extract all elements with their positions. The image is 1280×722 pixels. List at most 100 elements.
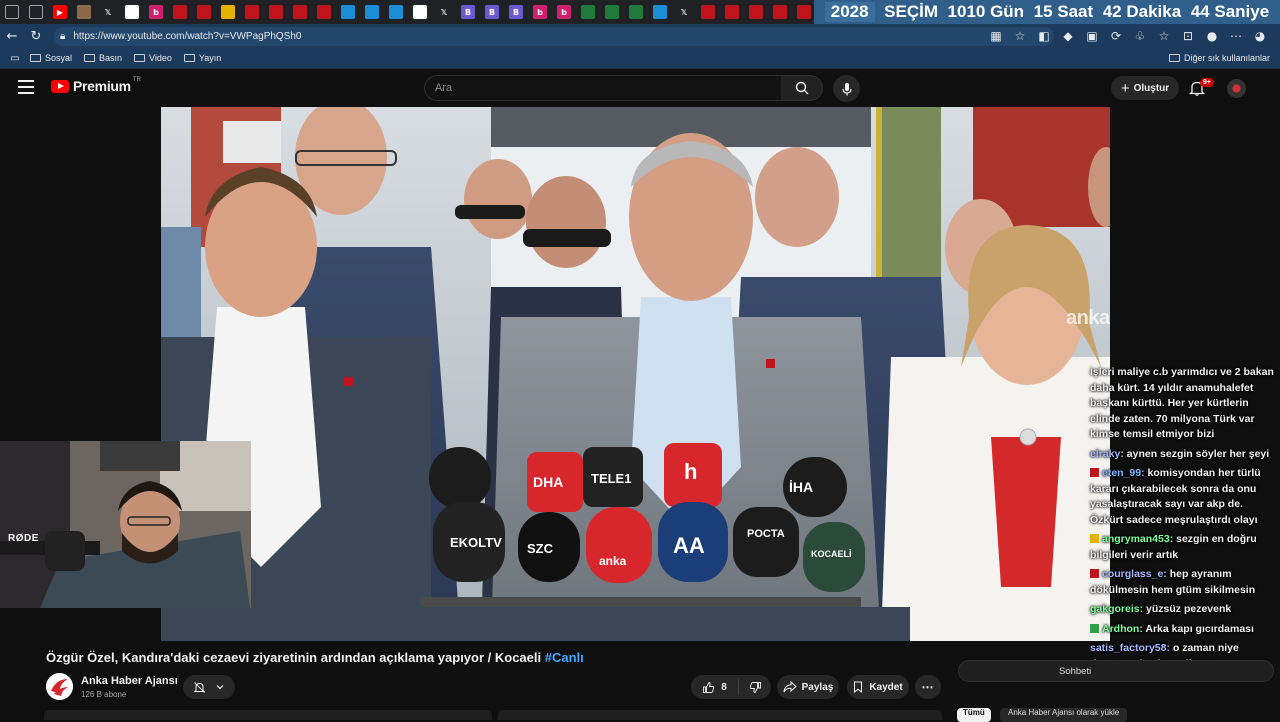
- tab-actions-icon[interactable]: [29, 5, 43, 19]
- tab-favicon[interactable]: [605, 5, 619, 19]
- tab-favicon[interactable]: [197, 5, 211, 19]
- tab-favicon[interactable]: b: [557, 5, 571, 19]
- chat-username[interactable]: gakgoreis:: [1090, 603, 1143, 615]
- dislike-button[interactable]: [739, 681, 771, 694]
- tab-favicon[interactable]: [341, 5, 355, 19]
- like-button[interactable]: 8: [691, 679, 739, 695]
- tab-x-icon[interactable]: 𝕏: [437, 5, 451, 19]
- chat-username[interactable]: angryman453:: [1102, 533, 1173, 545]
- extension-icon[interactable]: ⟳: [1104, 29, 1128, 43]
- bookmark-other[interactable]: Diğer sık kullanılanlar: [1168, 48, 1270, 68]
- bookmark-basin[interactable]: Basın: [84, 53, 122, 63]
- chevron-down-icon: [216, 685, 224, 690]
- channel-avatar[interactable]: [46, 673, 73, 700]
- tab-favicon[interactable]: [317, 5, 331, 19]
- tab-favicon[interactable]: [245, 5, 259, 19]
- video-hashtag[interactable]: #Canlı: [545, 650, 584, 665]
- channel-name[interactable]: Anka Haber Ajansı: [81, 675, 178, 687]
- tab-favicon[interactable]: [173, 5, 187, 19]
- chat-username[interactable]: eten_99:: [1102, 467, 1145, 479]
- svg-text:POCTA: POCTA: [747, 528, 785, 540]
- chat-text: aynen sezgin söyler her şeyi: [1126, 447, 1270, 460]
- countdown-year: 2028: [824, 2, 875, 22]
- user-avatar[interactable]: [1227, 79, 1246, 98]
- chat-badge-icon: [1090, 569, 1099, 578]
- tab-x-icon[interactable]: 𝕏: [101, 5, 115, 19]
- tab-favicon[interactable]: [701, 5, 715, 19]
- video-player[interactable]: DHA TELE1 h İHA EKOLTV SZC anka AA POCTA…: [161, 107, 1110, 641]
- chat-username[interactable]: elraky:: [1090, 448, 1124, 460]
- copilot-icon[interactable]: ◕: [1248, 29, 1272, 43]
- tab-favicon[interactable]: B: [461, 5, 475, 19]
- share-button[interactable]: Paylaş: [777, 675, 839, 699]
- wallet-icon[interactable]: ⊡: [1176, 29, 1200, 43]
- countdown-minutes: 42 Dakika: [1102, 2, 1182, 21]
- notification-settings-button[interactable]: [183, 675, 235, 699]
- tab-youtube-icon[interactable]: ▶: [53, 5, 67, 19]
- bookmark-yayin[interactable]: Yayın: [183, 53, 221, 63]
- tab-favicon[interactable]: [365, 5, 379, 19]
- more-actions-button[interactable]: ⋯: [915, 675, 941, 699]
- tab-favicon[interactable]: B: [509, 5, 523, 19]
- tab-favicon[interactable]: [725, 5, 739, 19]
- search-input[interactable]: Ara: [424, 75, 782, 101]
- extension-icon[interactable]: ▣: [1080, 29, 1104, 43]
- hamburger-menu-icon[interactable]: [18, 80, 34, 94]
- tab-favicon[interactable]: [653, 5, 667, 19]
- bookmark-menu-icon[interactable]: ▭: [0, 46, 30, 70]
- chat-message: elraky: aynen sezgin söyler her şeyi: [1090, 447, 1275, 463]
- favorite-star-icon[interactable]: ☆: [1008, 29, 1032, 43]
- tab-favicon[interactable]: [797, 5, 811, 19]
- tab-favicon[interactable]: [293, 5, 307, 19]
- create-button[interactable]: + Oluştur: [1111, 76, 1179, 100]
- video-frame-image: DHA TELE1 h İHA EKOLTV SZC anka AA POCTA…: [161, 107, 1110, 641]
- microphone-icon: [841, 82, 852, 95]
- svg-text:TELE1: TELE1: [591, 471, 631, 486]
- tab-favicon[interactable]: [221, 5, 235, 19]
- extension-icon[interactable]: ♧: [1128, 29, 1152, 43]
- plus-icon: +: [1120, 79, 1130, 97]
- tab-favicon[interactable]: b: [149, 5, 163, 19]
- tab-x-icon[interactable]: 𝕏: [677, 5, 691, 19]
- chat-text: işleri maliye c.b yarımdıcı ve 2 bakan d…: [1090, 366, 1274, 440]
- like-count: 8: [721, 681, 727, 693]
- save-button[interactable]: Kaydet: [847, 675, 909, 699]
- bookmark-video[interactable]: Video: [134, 53, 172, 63]
- bookmarks-bar: ▭ Sosyal Basın Video Yayın Diğer sık kul…: [0, 48, 1280, 69]
- url-field[interactable]: 🔒︎ https://www.youtube.com/watch?v=VWPag…: [54, 27, 1054, 46]
- description-panel[interactable]: [44, 710, 492, 720]
- microphone-brand-label: RØDE: [8, 533, 39, 544]
- refresh-icon[interactable]: ↻: [24, 24, 48, 48]
- tab-favicon[interactable]: [773, 5, 787, 19]
- tab-favicon[interactable]: [629, 5, 643, 19]
- chat-toggle-button[interactable]: Sohbeti: [958, 660, 1274, 682]
- comments-panel[interactable]: [498, 710, 942, 720]
- tab-favicon[interactable]: [749, 5, 763, 19]
- svg-text:KOCAELİ: KOCAELİ: [811, 549, 852, 559]
- tab-favicon[interactable]: b: [533, 5, 547, 19]
- extension-icon[interactable]: ◆: [1056, 29, 1080, 43]
- tab-favicon[interactable]: [413, 5, 427, 19]
- reader-icon[interactable]: ▦: [984, 29, 1008, 43]
- tab-favicon[interactable]: [77, 5, 91, 19]
- voice-search-button[interactable]: [833, 75, 860, 102]
- tab-favicon[interactable]: [581, 5, 595, 19]
- tab-favicon[interactable]: [125, 5, 139, 19]
- extension-icon[interactable]: ◧: [1032, 29, 1056, 43]
- chat-username[interactable]: courglass_e:: [1102, 568, 1167, 580]
- profile-icon[interactable]: ●: [1200, 29, 1224, 43]
- countdown-seconds: 44 Saniye: [1190, 2, 1270, 21]
- tab-favicon[interactable]: [389, 5, 403, 19]
- chat-text: yüzsüz pezevenk: [1146, 603, 1232, 615]
- youtube-logo[interactable]: Premium TR: [51, 77, 141, 94]
- back-icon[interactable]: ←: [0, 24, 24, 48]
- chat-username[interactable]: Ardhon:: [1102, 623, 1143, 635]
- window-icon[interactable]: [5, 5, 19, 19]
- tab-favicon[interactable]: B: [485, 5, 499, 19]
- tab-favicon[interactable]: [269, 5, 283, 19]
- collections-icon[interactable]: ☆: [1152, 29, 1176, 43]
- menu-dots-icon[interactable]: ⋯: [1224, 29, 1248, 43]
- chat-username[interactable]: satis_factory58:: [1090, 642, 1170, 654]
- bookmark-sosyal[interactable]: Sosyal: [30, 53, 72, 63]
- search-button[interactable]: [781, 75, 823, 101]
